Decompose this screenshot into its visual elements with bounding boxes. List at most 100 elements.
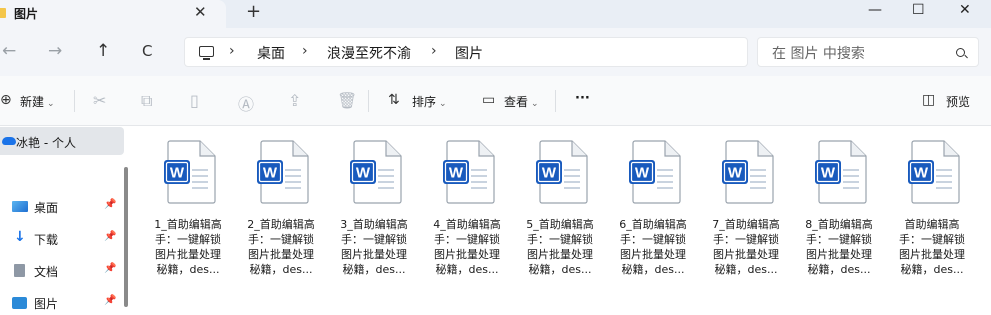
sidebar-item-label: 桌面 [34, 201, 59, 215]
sidebar-item-documents[interactable]: 文档 📌 [0, 259, 124, 283]
file-name: 首助编辑高 手：一键解锁 图片批量处理 秘籍，des... [899, 218, 965, 276]
word-document-icon: W [536, 140, 588, 204]
delete-icon[interactable]: 🗑 [337, 91, 357, 110]
file-item[interactable]: W 5_首助编辑高 手：一键解锁 图片批量处理 秘籍，des... [516, 135, 604, 305]
svg-text:W: W [449, 165, 464, 182]
chevron-down-icon: ⌄ [47, 99, 55, 109]
svg-text:W: W [263, 165, 278, 182]
title-bar: 图片 ✕ + — ☐ ✕ [0, 0, 991, 28]
minimize-button[interactable]: — [868, 2, 882, 18]
sidebar-item-desktop[interactable]: 桌面 📌 [0, 195, 124, 219]
word-document-icon: W [815, 140, 867, 204]
sort-icon: ⇅ [388, 92, 400, 108]
preview-button[interactable]: 预览 [946, 93, 970, 110]
svg-text:W: W [821, 165, 836, 182]
file-item[interactable]: W 2_首助编辑高 手：一键解锁 图片批量处理 秘籍，des... [237, 135, 325, 305]
back-button[interactable]: ← [2, 41, 16, 61]
paste-icon[interactable]: ▯ [190, 91, 199, 110]
document-icon [14, 264, 25, 277]
new-tab-button[interactable]: + [246, 1, 261, 22]
view-icon: ▭ [482, 92, 496, 108]
svg-text:W: W [542, 165, 557, 182]
tab-close-button[interactable]: ✕ [194, 3, 207, 21]
command-bar: ⊕ 新建 ⌄ ✂ ⧉ ▯ Ⓐ ⇪ 🗑 ⇅ 排序 ⌄ ▭ 查看 ⌄ ··· ◫ 预览 [0, 76, 991, 126]
word-document-icon: W [443, 140, 495, 204]
pin-icon: 📌 [104, 263, 117, 274]
breadcrumb-separator: › [431, 43, 437, 59]
file-name: 1_首助编辑高 手：一键解锁 图片批量处理 秘籍，des... [154, 218, 222, 276]
search-box[interactable]: 在 图片 中搜索 [757, 37, 979, 67]
word-document-icon: W [350, 140, 402, 204]
file-name: 7_首助编辑高 手：一键解锁 图片批量处理 秘籍，des... [712, 218, 780, 276]
sidebar-item-label: 冰艳 - 个人 [16, 136, 76, 150]
new-button[interactable]: 新建 ⌄ [20, 93, 55, 110]
maximize-button[interactable]: ☐ [912, 2, 925, 18]
cloud-icon [2, 137, 16, 145]
breadcrumb-desktop[interactable]: 桌面 [257, 43, 285, 63]
download-icon: ↓ [14, 229, 26, 245]
breadcrumb-separator: › [229, 43, 235, 59]
view-button-label: 查看 [504, 95, 529, 109]
sidebar-item-label: 图片 [34, 297, 59, 311]
share-icon[interactable]: ⇪ [288, 91, 301, 110]
refresh-button[interactable]: C [142, 42, 152, 60]
up-button[interactable]: ↑ [96, 41, 110, 61]
divider [368, 90, 369, 112]
monitor-icon [199, 46, 214, 60]
file-name: 6_首助编辑高 手：一键解锁 图片批量处理 秘籍，des... [619, 218, 687, 276]
sidebar-item-label: 文档 [34, 265, 59, 279]
close-window-button[interactable]: ✕ [959, 2, 971, 18]
divider [555, 90, 556, 112]
pin-icon: 📌 [104, 295, 117, 306]
sort-button-label: 排序 [412, 95, 437, 109]
file-item[interactable]: W 首助编辑高 手：一键解锁 图片批量处理 秘籍，des... [888, 135, 976, 305]
forward-button[interactable]: → [48, 41, 62, 61]
sidebar-item-downloads[interactable]: ↓ 下载 📌 [0, 227, 124, 251]
word-document-icon: W [722, 140, 774, 204]
svg-text:W: W [356, 165, 371, 182]
rename-icon[interactable]: Ⓐ [238, 91, 254, 115]
search-input[interactable]: 在 图片 中搜索 [772, 43, 865, 63]
sidebar-item-pictures[interactable]: 图片 📌 [0, 291, 124, 315]
file-view: W 1_首助编辑高 手：一键解锁 图片批量处理 秘籍，des... W 2_首助编辑高… [136, 127, 991, 307]
view-button[interactable]: 查看 ⌄ [504, 93, 539, 110]
tab-pictures[interactable]: 图片 ✕ [0, 0, 226, 28]
address-bar[interactable]: › 桌面 › 浪漫至死不渝 › 图片 [184, 37, 748, 67]
breadcrumb-pictures[interactable]: 图片 [455, 43, 483, 63]
pin-icon: 📌 [104, 231, 117, 242]
breadcrumb-separator: › [302, 43, 308, 59]
file-item[interactable]: W 8_首助编辑高 手：一键解锁 图片批量处理 秘籍，des... [795, 135, 883, 305]
file-item[interactable]: W 4_首助编辑高 手：一键解锁 图片批量处理 秘籍，des... [423, 135, 511, 305]
svg-text:W: W [914, 165, 929, 182]
file-name: 5_首助编辑高 手：一键解锁 图片批量处理 秘籍，des... [526, 218, 594, 276]
sidebar-item-onedrive[interactable]: 冰艳 - 个人 [0, 127, 124, 155]
file-item[interactable]: W 1_首助编辑高 手：一键解锁 图片批量处理 秘籍，des... [144, 135, 232, 305]
chevron-down-icon: ⌄ [531, 99, 539, 109]
svg-text:W: W [635, 165, 650, 182]
divider [74, 90, 75, 112]
sort-button[interactable]: 排序 ⌄ [412, 93, 447, 110]
word-document-icon: W [908, 140, 960, 204]
file-item[interactable]: W 7_首助编辑高 手：一键解锁 图片批量处理 秘籍，des... [702, 135, 790, 305]
word-document-icon: W [257, 140, 309, 204]
file-item[interactable]: W 3_首助编辑高 手：一键解锁 图片批量处理 秘籍，des... [330, 135, 418, 305]
file-name: 3_首助编辑高 手：一键解锁 图片批量处理 秘籍，des... [340, 218, 408, 276]
tab-title: 图片 [14, 7, 39, 21]
copy-icon[interactable]: ⧉ [141, 91, 152, 111]
file-item[interactable]: W 6_首助编辑高 手：一键解锁 图片批量处理 秘籍，des... [609, 135, 697, 305]
navigation-pane: 冰艳 - 个人 桌面 📌 ↓ 下载 📌 文档 📌 图片 📌 [0, 127, 133, 311]
word-document-icon: W [629, 140, 681, 204]
sidebar-item-label: 下载 [34, 233, 59, 247]
pictures-icon [12, 297, 27, 309]
svg-text:W: W [728, 165, 743, 182]
cut-icon[interactable]: ✂ [93, 91, 106, 110]
search-icon[interactable] [956, 48, 965, 57]
file-name: 4_首助编辑高 手：一键解锁 图片批量处理 秘籍，des... [433, 218, 501, 276]
word-document-icon: W [164, 140, 216, 204]
file-name: 2_首助编辑高 手：一键解锁 图片批量处理 秘籍，des... [247, 218, 315, 276]
sidebar-scrollbar[interactable] [124, 167, 128, 307]
new-button-label: 新建 [20, 95, 45, 109]
file-name: 8_首助编辑高 手：一键解锁 图片批量处理 秘籍，des... [805, 218, 873, 276]
more-options-button[interactable]: ··· [575, 91, 590, 106]
breadcrumb-folder[interactable]: 浪漫至死不渝 [327, 43, 411, 63]
